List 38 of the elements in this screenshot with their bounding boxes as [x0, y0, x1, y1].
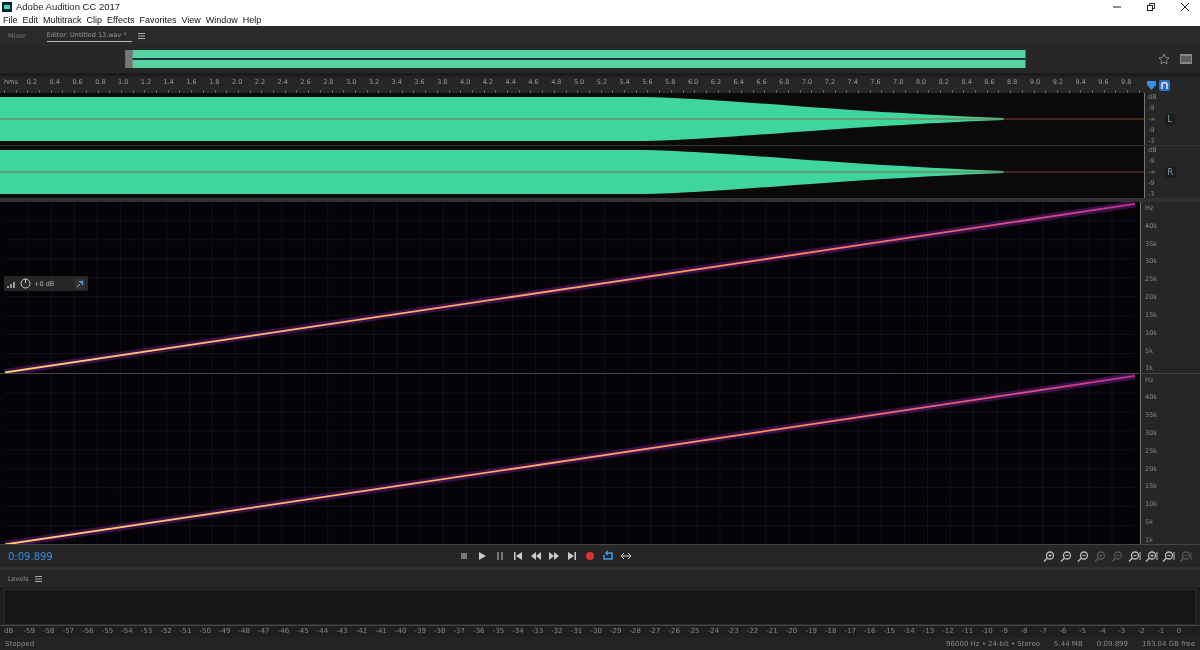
window-title: Adobe Audition CC 2017 [16, 1, 122, 12]
stop-button[interactable] [458, 550, 470, 562]
channel-button[interactable]: L [1164, 113, 1176, 125]
zoom-button[interactable] [1145, 549, 1158, 563]
channel-button[interactable]: R [1164, 166, 1177, 178]
maximize-button[interactable] [1146, 1, 1156, 12]
playhead-marker[interactable] [1147, 80, 1156, 90]
magnet-icon[interactable] [1159, 79, 1170, 91]
skip-to-start-button[interactable] [512, 550, 524, 562]
zoom-button[interactable] [1128, 549, 1141, 563]
signal-icon [7, 279, 17, 288]
fast-forward-button[interactable] [548, 550, 560, 562]
menu-item[interactable]: Edit [22, 13, 39, 26]
zoom-button[interactable] [1162, 549, 1175, 563]
menu-icon[interactable] [137, 32, 145, 39]
skip-selection-button[interactable] [620, 550, 632, 562]
zoom-button[interactable] [1043, 549, 1056, 563]
skip-to-end-button[interactable] [566, 550, 578, 562]
rewind-button[interactable] [530, 550, 542, 562]
app-icon [2, 1, 12, 12]
play-button[interactable] [476, 550, 488, 562]
loop-button[interactable] [602, 550, 614, 562]
menu-item[interactable]: Clip [86, 13, 103, 26]
time-display: 0:09.899 [8, 550, 54, 562]
record-button[interactable] [584, 550, 596, 562]
zoom-button[interactable] [1077, 549, 1090, 563]
knob-icon[interactable] [20, 278, 31, 289]
menu-item[interactable]: Multitrack [43, 13, 82, 26]
zoom-button[interactable] [1060, 549, 1073, 563]
menu-item[interactable]: Effects [107, 13, 135, 26]
menu-item[interactable]: File [3, 13, 18, 26]
close-button[interactable] [1180, 1, 1190, 12]
menu-item[interactable]: Help [242, 13, 262, 26]
menu-icon[interactable] [34, 575, 42, 582]
pause-button[interactable] [494, 550, 506, 562]
menu-item[interactable]: View [181, 13, 201, 26]
menu-item[interactable]: Window [205, 13, 238, 26]
menu-item[interactable]: Favorites [139, 13, 177, 26]
